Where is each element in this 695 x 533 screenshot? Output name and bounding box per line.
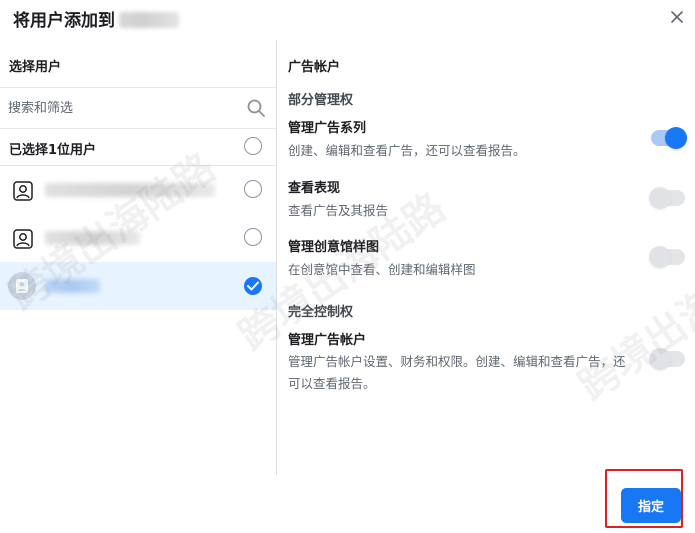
permissions-panel: 广告帐户 部分管理权 管理广告系列 创建、编辑和查看广告，还可以查看报告。 查看… [277,40,695,475]
user-radio[interactable] [244,180,262,198]
permission-manage-ad-account: 管理广告帐户 管理广告帐户设置、财务和权限。创建、编辑和查看广告，还可以查看报告… [288,329,688,395]
permission-manage-campaigns: 管理广告系列 创建、编辑和查看广告，还可以查看报告。 [288,117,688,162]
toggle-manage-ad-account[interactable] [649,348,685,370]
divider [0,165,276,166]
user-avatar-icon [12,228,34,250]
search-box [0,89,276,127]
toggle-knob [665,127,687,149]
dialog-header: 将用户添加到 [0,0,695,40]
permission-manage-creative-hub: 管理创意馆样图 在创意馆中查看、创建和编辑样图 [288,236,688,281]
assign-button[interactable]: 指定 [621,488,681,523]
close-icon[interactable] [668,8,686,26]
user-row[interactable] [0,172,276,209]
user-row[interactable] [0,220,276,257]
permission-description: 查看广告及其报告 [288,203,389,218]
selected-count-label: 已选择1位用户 [9,143,97,158]
permission-description: 管理广告帐户设置、财务和权限。创建、编辑和查看广告，还可以查看报告。 [288,354,626,391]
user-avatar-icon [12,180,34,202]
user-name [45,231,140,245]
dialog-title-text: 将用户添加到 [13,11,115,31]
search-icon[interactable] [246,98,266,118]
permission-description: 在创意馆中查看、创建和编辑样图 [288,262,476,277]
user-avatar-icon [8,272,36,300]
permission-title: 管理广告系列 [288,121,367,136]
permission-title: 管理创意馆样图 [288,240,380,255]
redacted-business-name [119,12,179,28]
user-radio-checked[interactable] [244,277,262,295]
toggle-view-performance[interactable] [649,187,685,209]
permission-title: 管理广告帐户 [288,333,367,348]
toggle-manage-creative-hub[interactable] [649,246,685,268]
toggle-manage-campaigns[interactable] [651,127,687,149]
full-control-heading: 完全控制权 [288,305,354,320]
toggle-knob [649,246,671,268]
divider [0,87,276,88]
toggle-knob [649,348,671,370]
user-row-selected[interactable] [0,262,276,310]
permission-view-performance: 查看表现 查看广告及其报告 [288,177,688,222]
user-name [45,183,215,197]
select-all-radio[interactable] [244,137,262,155]
selected-count-row[interactable]: 已选择1位用户 [0,129,276,166]
ad-account-heading: 广告帐户 [288,60,341,75]
partial-access-heading: 部分管理权 [288,93,354,108]
user-name [45,279,100,293]
permission-title: 查看表现 [288,181,341,196]
search-input[interactable] [8,97,238,119]
select-users-heading: 选择用户 [9,60,62,75]
user-select-panel: 选择用户 已选择1位用户 [0,40,276,475]
dialog-title: 将用户添加到 [13,6,179,31]
permission-description: 创建、编辑和查看广告，还可以查看报告。 [288,143,526,158]
user-radio[interactable] [244,228,262,246]
toggle-knob [649,187,671,209]
